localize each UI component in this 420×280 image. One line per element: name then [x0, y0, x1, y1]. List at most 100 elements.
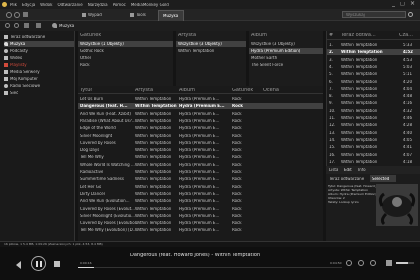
- menu-narzedzia[interactable]: Narzędzia: [88, 3, 108, 7]
- now-playing-row[interactable]: 3. Within Temptation 4:53: [327, 57, 420, 63]
- now-playing-row[interactable]: 11. Within Temptation 4:46: [327, 115, 420, 121]
- track-row[interactable]: Summertime Sadness Within Temptation Hydra…: [78, 176, 323, 182]
- column-header-genre[interactable]: Gatunek: [232, 88, 253, 93]
- tab-muzyka[interactable]: Muzyka: [158, 10, 184, 21]
- column-header-album[interactable]: Album: [179, 88, 195, 93]
- wypad-button[interactable]: Wypad: [88, 13, 102, 17]
- now-playing-row[interactable]: 12. Within Temptation 4:28: [327, 122, 420, 128]
- tree-item-wideo[interactable]: Wideo: [4, 55, 74, 61]
- close-button[interactable]: ×: [410, 1, 415, 7]
- tab-lista[interactable]: Lista: [329, 168, 338, 172]
- column-header-title[interactable]: Tytuł: [80, 88, 92, 93]
- info-lyrics-link[interactable]: Teksty: Lookup lyrics: [328, 201, 378, 204]
- track-row[interactable]: Dirty Dancer Within Temptation Hydra (Prem…: [78, 191, 323, 197]
- track-row[interactable]: Tell Me Why (Evolution) [D... Within Temp…: [78, 227, 323, 233]
- repeat-icon[interactable]: [358, 260, 364, 266]
- breadcrumb-muzyka[interactable]: Muzyka: [59, 24, 74, 28]
- equalizer-icon[interactable]: [370, 260, 376, 266]
- tools-button[interactable]: Tools: [136, 13, 146, 17]
- track-row[interactable]: Paradise (What About Us?... Within Tempta…: [78, 118, 323, 124]
- stop-icon[interactable]: [54, 261, 60, 267]
- info-tab-selected[interactable]: Selected: [370, 175, 396, 182]
- now-playing-row[interactable]: 15. Within Temptation 4:41: [327, 144, 420, 150]
- filter-genre-item[interactable]: Rock: [78, 62, 173, 68]
- menu-pomoc[interactable]: Pomoc: [113, 3, 126, 7]
- filter-genre-item[interactable]: Other: [78, 55, 173, 61]
- track-row[interactable]: Edge of the World Within Temptation Hydra …: [78, 125, 323, 131]
- now-playing-row[interactable]: 5. Within Temptation 5:11: [327, 71, 420, 77]
- now-playing-row[interactable]: 8. Within Temptation 4:48: [327, 93, 420, 99]
- track-row[interactable]: Silver Moonlight Within Temptation Hydra (…: [78, 133, 323, 139]
- now-playing-row[interactable]: 9. Within Temptation 4:16: [327, 100, 420, 106]
- filter-album-item[interactable]: The Silent Force: [249, 62, 323, 68]
- filter-album-item[interactable]: Hydra (Premium Edition): [249, 48, 323, 54]
- maximize-button[interactable]: □: [400, 2, 405, 7]
- now-playing-row[interactable]: 13. Within Temptation 4:40: [327, 130, 420, 136]
- tools-icon[interactable]: [130, 13, 134, 17]
- filter-artist-item[interactable]: Wszystkie (3 Objekty): [176, 41, 246, 47]
- now-playing-row[interactable]: 14. Within Temptation 4:05: [327, 137, 420, 143]
- filter-artist-item[interactable]: Within Temptation: [176, 48, 246, 54]
- now-playing-row[interactable]: 16. Within Temptation 4:07: [327, 152, 420, 158]
- search-box[interactable]: Wyszukaj: [342, 11, 406, 18]
- tree-item-podcasty[interactable]: Podcasty: [4, 48, 74, 54]
- column-header-rating[interactable]: Ocena: [263, 88, 279, 93]
- volume-icon[interactable]: [386, 260, 392, 266]
- track-row[interactable]: Whole World Is Watching ... Within Tempta…: [78, 162, 323, 168]
- seek-bar[interactable]: [78, 267, 342, 268]
- menu-odtwarzanie[interactable]: Odtwarzanie: [57, 3, 82, 7]
- track-row[interactable]: And We Run (Evolution... Within Temptatio…: [78, 198, 323, 204]
- wypad-icon[interactable]: [82, 13, 86, 17]
- search-icon[interactable]: [408, 12, 413, 17]
- now-playing-row[interactable]: 10. Within Temptation 4:32: [327, 108, 420, 114]
- menu-plik[interactable]: Plik: [10, 3, 17, 7]
- minimize-button[interactable]: _: [392, 1, 395, 7]
- tree-item-muzyka[interactable]: Muzyka: [4, 41, 74, 47]
- tab-edit[interactable]: Edit: [344, 168, 352, 172]
- tree-item-siec[interactable]: Sieć: [4, 90, 74, 96]
- np-header-number[interactable]: #: [329, 33, 333, 38]
- now-playing-row[interactable]: 2. Within Temptation 4:52: [327, 49, 420, 56]
- now-playing-row[interactable]: 7. Within Temptation 4:04: [327, 86, 420, 92]
- app-icon[interactable]: [2, 2, 7, 7]
- nav-home-icon[interactable]: [24, 23, 29, 28]
- np-header-title[interactable]: Teraz odtwa...: [341, 33, 376, 38]
- shuffle-icon[interactable]: [346, 260, 352, 266]
- tree-item-moj-komputer[interactable]: Mój Komputer: [4, 76, 74, 82]
- nav-forward-icon[interactable]: [14, 23, 19, 28]
- column-header-artist[interactable]: Artysta: [135, 88, 153, 93]
- home-icon[interactable]: [23, 12, 28, 17]
- previous-icon[interactable]: [16, 261, 21, 269]
- now-playing-row[interactable]: 6. Within Temptation 4:20: [327, 79, 420, 85]
- filter-genre-item[interactable]: Wszystkie (1 Objekty): [78, 41, 173, 47]
- now-playing-row[interactable]: 17. Within Temptation 4:18: [327, 159, 420, 165]
- track-row[interactable]: Covered by Roses Within Temptation Hydra (…: [78, 140, 323, 146]
- volume-slider[interactable]: [396, 262, 414, 264]
- track-row[interactable]: Dog Days Within Temptation Hydra (Premium …: [78, 147, 323, 153]
- pause-button[interactable]: [31, 256, 46, 271]
- nav-tree-icon[interactable]: [36, 23, 41, 28]
- tree-item-media-serwery[interactable]: Media Serwery: [4, 69, 74, 75]
- info-tab-now-playing[interactable]: Teraz odtwarzane: [328, 175, 368, 182]
- now-playing-row[interactable]: 1. Within Temptation 5:33: [327, 42, 420, 48]
- menu-mediamonkey-gold[interactable]: MediaMonkey Gold: [131, 3, 169, 7]
- track-row[interactable]: Tell Me Why Within Temptation Hydra (Premi…: [78, 154, 323, 160]
- track-row[interactable]: Covered by Roses (Evolut... Within Tempta…: [78, 206, 323, 212]
- np-header-time[interactable]: Cza...: [399, 33, 413, 38]
- back-icon[interactable]: [6, 12, 12, 18]
- filter-album-item[interactable]: Wszystkie (3 Objekty): [249, 41, 323, 47]
- now-playing-row[interactable]: 4. Within Temptation 5:03: [327, 64, 420, 70]
- forward-icon[interactable]: [14, 12, 20, 18]
- track-row[interactable]: Let Us Burn Within Temptation Hydra (Premi…: [78, 96, 323, 102]
- track-row[interactable]: Dangerous (feat. H... Within Temptation Hy…: [78, 103, 323, 110]
- nav-back-icon[interactable]: [5, 23, 10, 28]
- track-row[interactable]: Silver Moonlight (Evolutio... Within Temp…: [78, 213, 323, 219]
- filter-genre-item[interactable]: Gothic Rock: [78, 48, 173, 54]
- track-row[interactable]: Let Her Go Within Temptation Hydra (Premiu…: [78, 184, 323, 190]
- track-row[interactable]: Radioactive Within Temptation Hydra (Premi…: [78, 169, 323, 175]
- tab-info[interactable]: Info: [358, 168, 366, 172]
- filter-album-item[interactable]: Mother Earth: [249, 55, 323, 61]
- menu-edycja[interactable]: Edycja: [22, 3, 35, 7]
- track-row[interactable]: And We Run (Feat. Xzibit) Within Temptati…: [78, 111, 323, 117]
- tree-item-teraz-odtwarzane[interactable]: Teraz odtwarzane: [4, 34, 74, 40]
